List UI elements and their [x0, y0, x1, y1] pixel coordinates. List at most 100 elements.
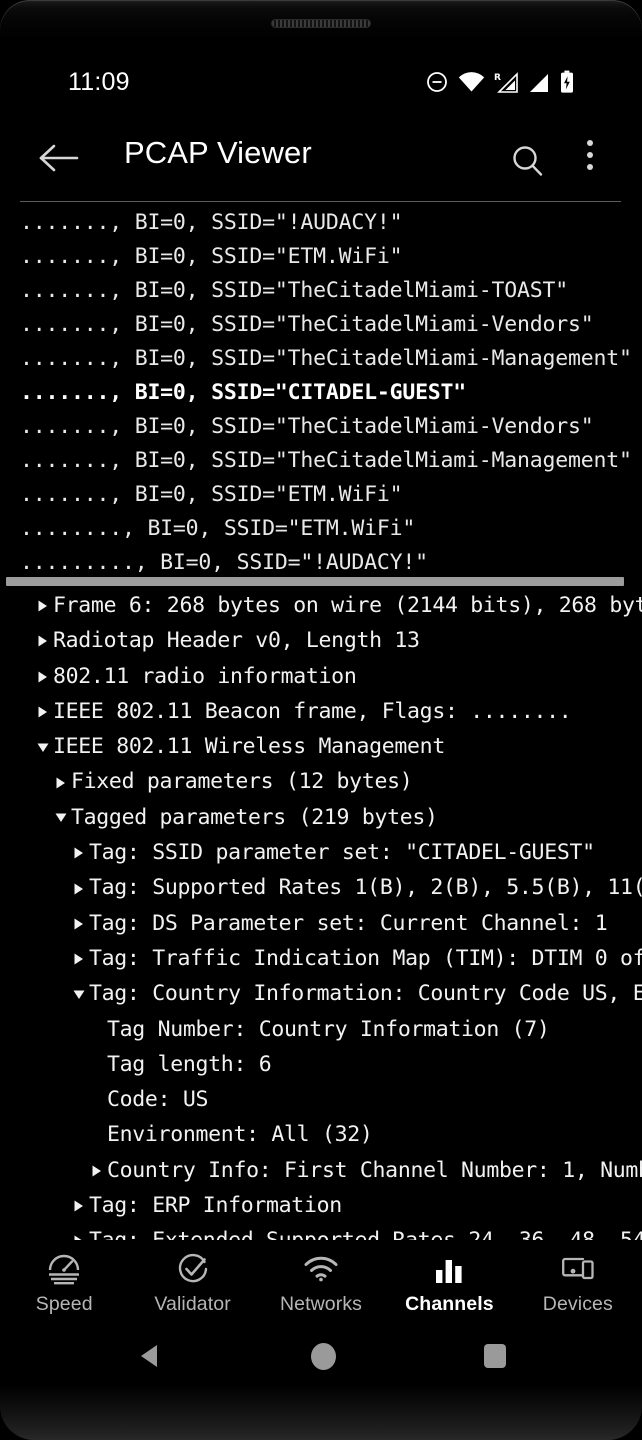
packet-row[interactable]: ......., BI=0, SSID="TheCitadelMiami-TOA…: [0, 274, 642, 308]
triangle-right-icon[interactable]: [72, 916, 89, 931]
tree-row-label: Tag: Supported Rates 1(B), 2(B), 5.5(B),…: [89, 875, 642, 901]
bottom-nav-item-channels[interactable]: Channels: [385, 1240, 513, 1325]
tree-row[interactable]: Tag: DS Parameter set: Current Channel: …: [0, 906, 642, 941]
packet-row-selected[interactable]: ......., BI=0, SSID="CITADEL-GUEST": [0, 376, 642, 410]
status-bar-icons: R: [425, 70, 574, 94]
svg-text:R: R: [494, 73, 501, 83]
tree-row-label: Tag: SSID parameter set: "CITADEL-GUEST": [89, 840, 595, 866]
packet-list[interactable]: ......., BI=0, SSID="!AUDACY!"......., B…: [0, 206, 642, 578]
packet-row[interactable]: ......., BI=0, SSID="TheCitadelMiami-Ven…: [0, 308, 642, 342]
wifi-icon: [458, 72, 485, 92]
tree-row[interactable]: Tag length: 6: [0, 1047, 642, 1082]
packet-row[interactable]: ......., BI=0, SSID="ETM.WiFi": [0, 478, 642, 512]
more-dot: [587, 152, 593, 158]
tree-row[interactable]: Tag Number: Country Information (7): [0, 1012, 642, 1047]
triangle-right-icon[interactable]: [72, 845, 89, 860]
packet-row[interactable]: ......., BI=0, SSID="!AUDACY!": [0, 206, 642, 240]
triangle-down-icon[interactable]: [36, 740, 53, 754]
packet-row[interactable]: ......., BI=0, SSID="TheCitadelMiami-Man…: [0, 342, 642, 376]
phone-screen: 11:09 R PCAP Viewer ......., BI=0, SSID=…: [0, 0, 642, 1440]
android-system-navigation: [0, 1325, 642, 1387]
do-not-disturb-icon: [427, 72, 447, 92]
tree-row[interactable]: Tag: SSID parameter set: "CITADEL-GUEST": [0, 835, 642, 870]
tree-row-label: IEEE 802.11 Beacon frame, Flags: .......…: [53, 698, 572, 724]
tree-row-label: Tag: Country Information: Country Code U…: [89, 981, 642, 1007]
tree-row-label: Country Info: First Channel Number: 1, N…: [107, 1157, 642, 1183]
search-icon[interactable]: [508, 142, 548, 182]
system-home-icon[interactable]: [310, 1342, 336, 1370]
tree-row[interactable]: Tag: ERP Information: [0, 1188, 642, 1223]
triangle-right-icon[interactable]: [72, 951, 89, 966]
more-dot: [587, 164, 593, 170]
packet-row[interactable]: ......., BI=0, SSID="TheCitadelMiami-Man…: [0, 444, 642, 478]
packet-list-horizontal-scrollbar[interactable]: [6, 577, 624, 586]
tree-row-label: Tag: Traffic Indication Map (TIM): DTIM …: [89, 945, 642, 971]
tree-row[interactable]: 802.11 radio information: [0, 659, 642, 694]
status-bar-clock: 11:09: [68, 68, 130, 96]
triangle-right-icon[interactable]: [90, 1163, 107, 1178]
triangle-down-icon[interactable]: [72, 987, 89, 1001]
tree-row-label: 802.11 radio information: [53, 663, 357, 689]
tree-row-label: Tag: DS Parameter set: Current Channel: …: [89, 910, 608, 936]
tree-row[interactable]: Fixed parameters (12 bytes): [0, 764, 642, 799]
tree-row[interactable]: Tag: Extended Supported Rates 24, 36, 48…: [0, 1223, 642, 1240]
more-vertical-icon[interactable]: [576, 140, 604, 184]
tree-row-label: Tag: Extended Supported Rates 24, 36, 48…: [89, 1223, 642, 1240]
tree-row[interactable]: Tagged parameters (219 bytes): [0, 800, 642, 835]
tree-row-label: Environment: All (32): [107, 1122, 373, 1148]
bottom-nav-label: Devices: [542, 1293, 613, 1315]
devices-icon: [561, 1253, 595, 1285]
bottom-nav-item-validator[interactable]: Validator: [128, 1240, 256, 1325]
triangle-right-icon[interactable]: [36, 704, 53, 719]
bottom-navigation-bar: Speed Validator Networks Channels Devices: [0, 1240, 642, 1325]
packet-row[interactable]: ......., BI=0, SSID="TheCitadelMiami-Ven…: [0, 410, 642, 444]
tree-row[interactable]: Country Info: First Channel Number: 1, N…: [0, 1153, 642, 1188]
tree-row-label: Tag length: 6: [107, 1051, 272, 1077]
triangle-right-icon[interactable]: [36, 598, 53, 613]
tree-row[interactable]: Tag: Country Information: Country Code U…: [0, 976, 642, 1011]
packet-row[interactable]: ........., BI=0, SSID="!AUDACY!": [0, 546, 642, 578]
triangle-right-icon[interactable]: [72, 881, 89, 896]
wifi-icon: [304, 1253, 338, 1285]
more-dot: [587, 140, 593, 146]
tree-row[interactable]: Environment: All (32): [0, 1117, 642, 1152]
bottom-nav-label: Networks: [279, 1293, 363, 1315]
bottom-nav-label: Channels: [405, 1293, 494, 1315]
tree-row-label: Tagged parameters (219 bytes): [71, 804, 438, 830]
tree-row[interactable]: IEEE 802.11 Wireless Management: [0, 729, 642, 764]
status-bar: 11:09 R: [0, 52, 642, 114]
tree-row[interactable]: Code: US: [0, 1082, 642, 1117]
earpiece-speaker: [271, 19, 371, 28]
packet-row[interactable]: ......., BI=0, SSID="ETM.WiFi": [0, 240, 642, 274]
system-back-icon[interactable]: [137, 1342, 163, 1370]
tree-row-label: Tag: ERP Information: [89, 1193, 342, 1219]
packet-detail-tree[interactable]: Frame 6: 268 bytes on wire (2144 bits), …: [0, 588, 642, 1240]
phone-bottom-bezel: [0, 1385, 642, 1440]
app-bar: PCAP Viewer: [0, 114, 642, 200]
tree-row[interactable]: Radiotap Header v0, Length 13: [0, 623, 642, 658]
tree-row-label: Radiotap Header v0, Length 13: [53, 628, 420, 654]
check-circle-icon: [177, 1253, 209, 1285]
bottom-nav-item-speed[interactable]: Speed: [0, 1240, 128, 1325]
bottom-nav-item-networks[interactable]: Networks: [257, 1240, 385, 1325]
back-arrow-icon[interactable]: [38, 140, 84, 176]
tree-row-label: Code: US: [107, 1087, 209, 1113]
tree-row[interactable]: Tag: Traffic Indication Map (TIM): DTIM …: [0, 941, 642, 976]
mobile-signal-roaming-icon: R: [494, 71, 518, 93]
triangle-right-icon[interactable]: [36, 669, 53, 684]
packet-row[interactable]: ........, BI=0, SSID="ETM.WiFi": [0, 512, 642, 546]
battery-charging-icon: [561, 70, 573, 93]
app-bar-divider: [20, 201, 621, 202]
tree-row[interactable]: Frame 6: 268 bytes on wire (2144 bits), …: [0, 588, 642, 623]
speedometer-icon: [47, 1253, 81, 1285]
bottom-nav-item-devices[interactable]: Devices: [514, 1240, 642, 1325]
triangle-right-icon[interactable]: [54, 775, 71, 790]
tree-row[interactable]: Tag: Supported Rates 1(B), 2(B), 5.5(B),…: [0, 870, 642, 905]
triangle-right-icon[interactable]: [36, 633, 53, 648]
system-recents-icon[interactable]: [483, 1344, 506, 1368]
triangle-right-icon[interactable]: [72, 1198, 89, 1213]
bottom-nav-label: Validator: [154, 1293, 231, 1315]
tree-row-label: Tag Number: Country Information (7): [107, 1016, 550, 1042]
triangle-down-icon[interactable]: [54, 810, 71, 824]
tree-row[interactable]: IEEE 802.11 Beacon frame, Flags: .......…: [0, 694, 642, 729]
